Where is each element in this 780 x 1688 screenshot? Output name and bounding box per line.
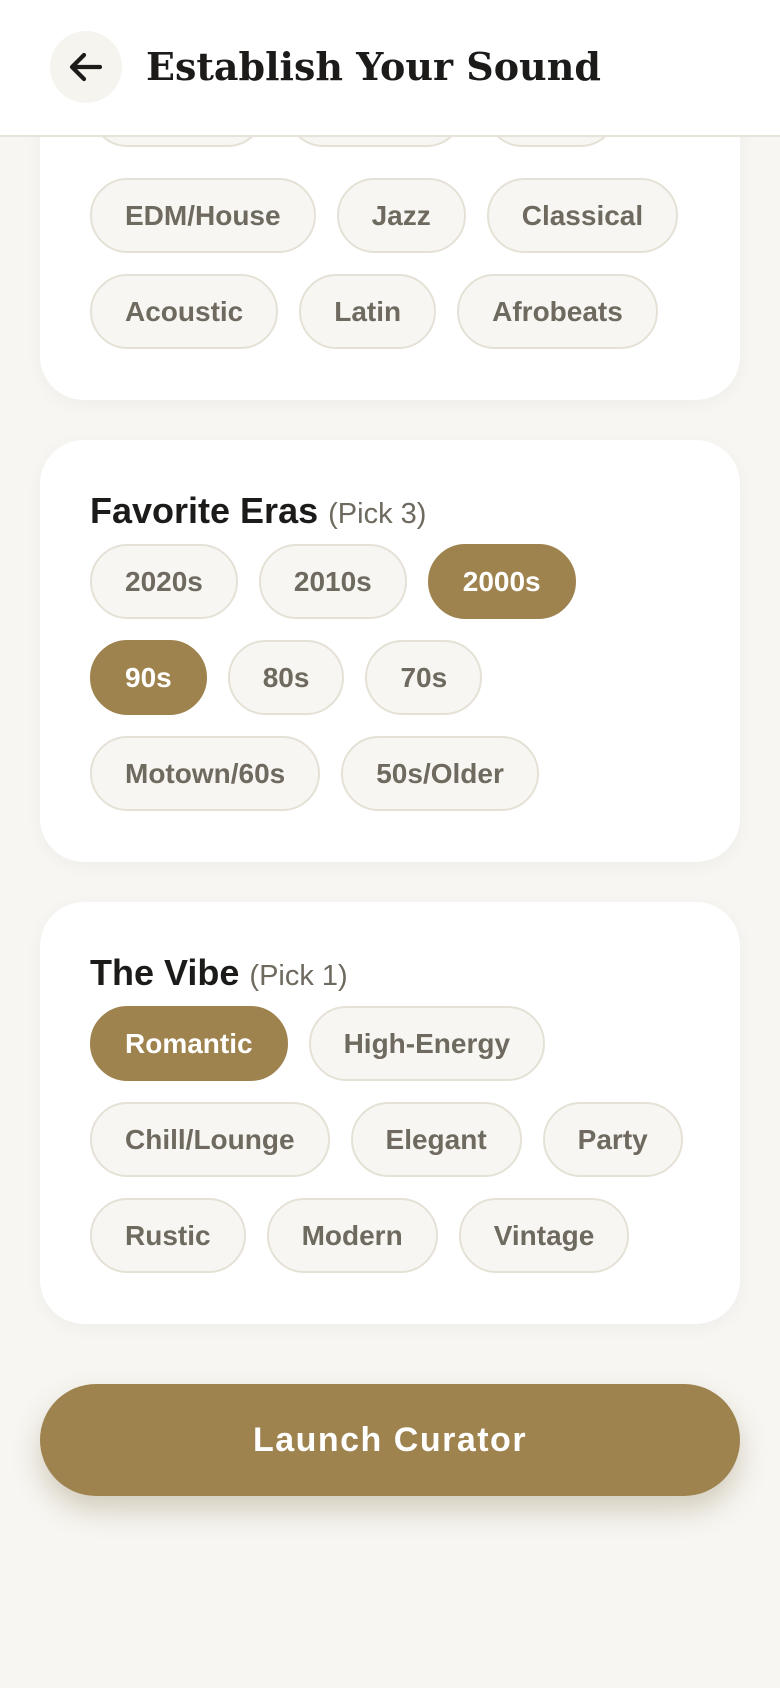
vibe-chip-party[interactable]: Party bbox=[542, 1102, 683, 1177]
vibe-title: The Vibe bbox=[90, 952, 240, 993]
vibe-chip-romantic[interactable]: Romantic bbox=[90, 1006, 288, 1081]
vibe-row: Rustic Modern Vintage bbox=[90, 1198, 630, 1273]
eras-section-title: Favorite Eras (Pick 3) bbox=[90, 490, 426, 532]
era-chip-90s[interactable]: 90s bbox=[90, 640, 207, 715]
eras-card: Favorite Eras (Pick 3) 2020s 2010s 2000s… bbox=[40, 440, 740, 862]
back-button[interactable] bbox=[50, 31, 122, 103]
eras-row: 2020s 2010s 2000s bbox=[90, 544, 576, 619]
app-header: Establish Your Sound bbox=[0, 0, 780, 137]
genre-chip-latin[interactable]: Latin bbox=[299, 274, 437, 349]
vibe-row: Chill/Lounge Elegant Party bbox=[90, 1102, 683, 1177]
eras-title: Favorite Eras bbox=[90, 490, 319, 531]
era-chip-2010s[interactable]: 2010s bbox=[258, 544, 407, 619]
era-chip-2020s[interactable]: 2020s bbox=[90, 544, 238, 619]
arrow-left-icon bbox=[69, 52, 103, 82]
genre-chip-acoustic[interactable]: Acoustic bbox=[90, 274, 279, 349]
vibe-chip-elegant[interactable]: Elegant bbox=[350, 1102, 522, 1177]
vibe-chip-high-energy[interactable]: High-Energy bbox=[308, 1006, 546, 1081]
vibe-chip-modern[interactable]: Modern bbox=[266, 1198, 438, 1273]
genre-row: Acoustic Latin Afrobeats bbox=[90, 274, 658, 349]
era-chip-50s-older[interactable]: 50s/Older bbox=[341, 736, 539, 811]
vibe-section-title: The Vibe (Pick 1) bbox=[90, 952, 348, 994]
vibe-card: The Vibe (Pick 1) Romantic High-Energy C… bbox=[40, 902, 740, 1324]
page-title: Establish Your Sound bbox=[146, 44, 601, 89]
vibe-chip-chill-lounge[interactable]: Chill/Lounge bbox=[90, 1102, 330, 1177]
vibe-row: Romantic High-Energy bbox=[90, 1006, 546, 1081]
vibe-chip-rustic[interactable]: Rustic bbox=[90, 1198, 246, 1273]
vibe-chip-vintage[interactable]: Vintage bbox=[458, 1198, 630, 1273]
eras-row: Motown/60s 50s/Older bbox=[90, 736, 539, 811]
genre-chip-jazz[interactable]: Jazz bbox=[336, 178, 466, 253]
era-chip-80s[interactable]: 80s bbox=[227, 640, 345, 715]
era-chip-70s[interactable]: 70s bbox=[365, 640, 483, 715]
scroll-content: EDM/House Jazz Classical Acoustic Latin … bbox=[0, 0, 780, 1688]
genre-chip-classical[interactable]: Classical bbox=[486, 178, 679, 253]
genre-chip-afrobeats[interactable]: Afrobeats bbox=[457, 274, 658, 349]
genre-row: EDM/House Jazz Classical bbox=[90, 178, 679, 253]
eras-row: 90s 80s 70s bbox=[90, 640, 483, 715]
eras-hint: (Pick 3) bbox=[328, 498, 427, 530]
era-chip-2000s[interactable]: 2000s bbox=[427, 544, 576, 619]
launch-curator-button[interactable]: Launch Curator bbox=[40, 1384, 740, 1496]
genre-chip-edm-house[interactable]: EDM/House bbox=[90, 178, 316, 253]
era-chip-motown-60s[interactable]: Motown/60s bbox=[90, 736, 321, 811]
vibe-hint: (Pick 1) bbox=[249, 960, 348, 992]
